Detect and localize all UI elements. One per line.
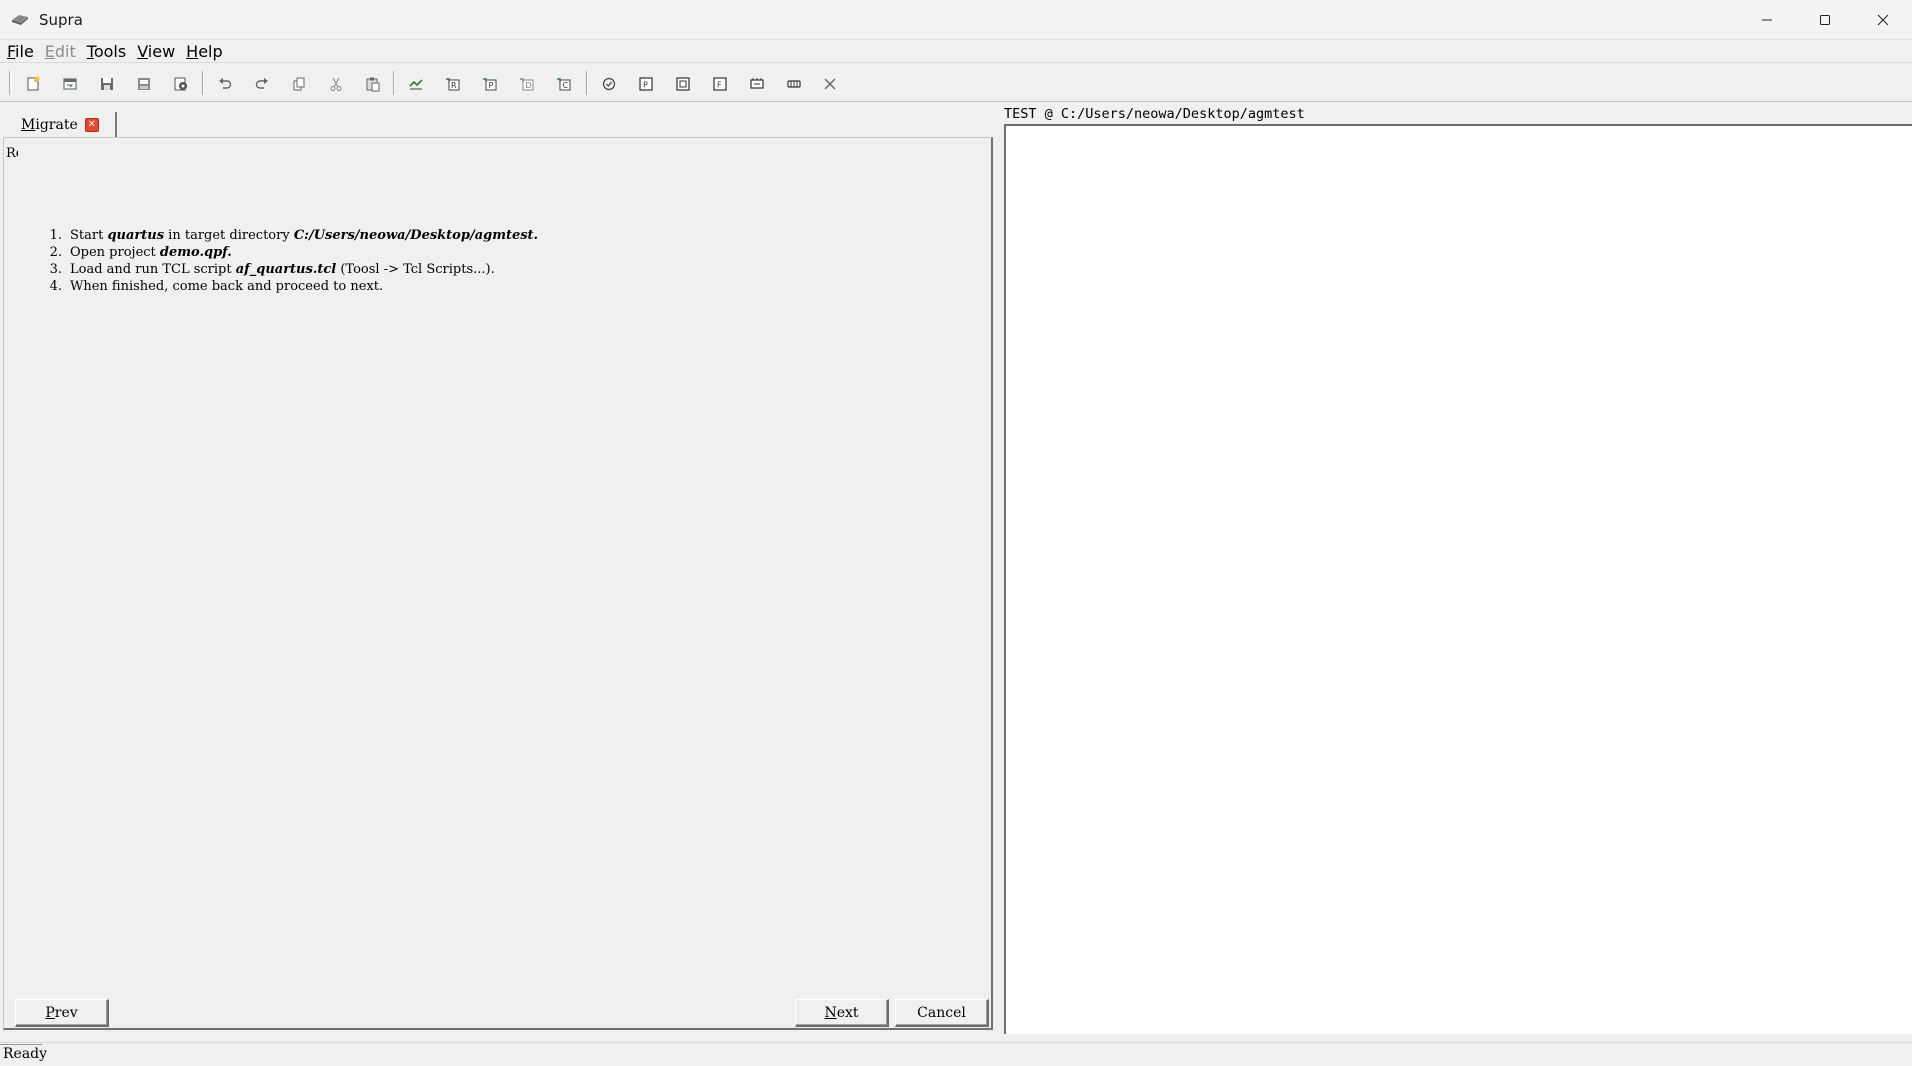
- close-button[interactable]: [1854, 0, 1912, 40]
- svg-text:C: C: [563, 81, 569, 90]
- minimize-icon: [1762, 19, 1772, 21]
- tab-migrate[interactable]: Migrate ✕: [14, 112, 117, 138]
- svg-text:D: D: [526, 81, 532, 90]
- status-bar: Ready: [0, 1042, 1912, 1066]
- view-p-button[interactable]: P: [636, 74, 656, 94]
- build-r-icon: R: [446, 78, 460, 91]
- app-logo-icon: [12, 14, 28, 25]
- instruction-list: 1. Start quartus in target directory C:/…: [42, 227, 539, 295]
- title-bar: Supra: [0, 0, 1912, 40]
- save-as-button[interactable]: [134, 74, 154, 94]
- build-r-button[interactable]: R: [443, 74, 463, 94]
- migrate-panel: Migrate ✕ Re 1. Start quartus in target …: [0, 103, 998, 1035]
- new-file-icon: [27, 76, 40, 91]
- copy-button[interactable]: [289, 74, 309, 94]
- paste-button[interactable]: [363, 74, 383, 94]
- maximize-button[interactable]: [1796, 0, 1854, 40]
- list-item: 1. Start quartus in target directory C:/…: [49, 228, 539, 243]
- copy-icon: [293, 77, 305, 91]
- build-d-icon: D: [520, 78, 534, 91]
- list-item: 3. Load and run TCL script af_quartus.tc…: [49, 262, 495, 277]
- menu-view[interactable]: View: [137, 42, 175, 61]
- svg-text:P: P: [489, 81, 494, 90]
- save-icon: [101, 78, 113, 90]
- undo-icon: [219, 78, 232, 89]
- output-area[interactable]: [1004, 124, 1912, 1034]
- tab-migrate-label: Migrate: [21, 117, 78, 133]
- redo-icon: [255, 78, 268, 89]
- build-p-button[interactable]: P: [480, 74, 500, 94]
- prev-button[interactable]: Prev: [15, 999, 109, 1027]
- new-file-button[interactable]: [23, 74, 43, 94]
- save-button[interactable]: [97, 74, 117, 94]
- status-text: Ready: [3, 1046, 48, 1062]
- view-p-icon: P: [639, 77, 653, 91]
- toolbar: R P D C P F: [0, 62, 1912, 102]
- view-bus-button[interactable]: [784, 74, 804, 94]
- tab-close-icon[interactable]: ✕: [84, 118, 99, 132]
- view-f-button[interactable]: F: [710, 74, 730, 94]
- undo-button[interactable]: [215, 74, 235, 94]
- build-d-button[interactable]: D: [517, 74, 537, 94]
- menu-bar: File Edit Tools View Help: [0, 40, 1912, 62]
- open-button[interactable]: [60, 74, 80, 94]
- settings-button[interactable]: [171, 74, 191, 94]
- menu-help[interactable]: Help: [186, 42, 222, 61]
- build-p-icon: P: [483, 78, 497, 91]
- svg-text:P: P: [643, 81, 648, 90]
- view-chip-button[interactable]: [747, 74, 767, 94]
- cancel-button[interactable]: Cancel: [895, 999, 989, 1027]
- check-button[interactable]: [599, 74, 619, 94]
- menu-file[interactable]: File: [7, 42, 34, 61]
- close-all-button[interactable]: [820, 74, 840, 94]
- wizard-content: Re 1. Start quartus in target directory …: [3, 137, 993, 1030]
- svg-text:F: F: [717, 81, 722, 90]
- maximize-icon: [1820, 15, 1830, 25]
- minimize-button[interactable]: [1738, 0, 1796, 40]
- view-bus-icon: [787, 80, 801, 88]
- output-panel: TEST @ C:/Users/neowa/Desktop/agmtest: [1004, 103, 1912, 1035]
- settings-icon: [174, 77, 187, 91]
- open-icon: [63, 78, 77, 90]
- view-grid-button[interactable]: [673, 74, 693, 94]
- list-item: 2. Open project demo.qpf.: [49, 245, 232, 260]
- window-title: Supra: [39, 10, 83, 29]
- menu-edit: Edit: [44, 41, 76, 61]
- toolbar-grip[interactable]: [9, 71, 12, 95]
- check-icon: [602, 77, 616, 91]
- cut-icon: [330, 77, 342, 91]
- build-c-icon: C: [557, 78, 571, 91]
- list-item: 4. When finished, come back and proceed …: [49, 279, 384, 294]
- paste-icon: [366, 77, 380, 92]
- truncated-label: Re: [6, 146, 18, 161]
- cut-button[interactable]: [326, 74, 346, 94]
- close-all-icon: [824, 78, 836, 90]
- view-chip-icon: [750, 78, 764, 89]
- build-c-button[interactable]: C: [554, 74, 574, 94]
- next-button[interactable]: Next: [795, 999, 889, 1027]
- view-grid-icon: [676, 77, 690, 91]
- run-button[interactable]: [406, 74, 426, 94]
- view-f-icon: F: [713, 77, 727, 91]
- menu-tools[interactable]: Tools: [87, 42, 126, 61]
- save-as-icon: [138, 78, 150, 90]
- output-header: TEST @ C:/Users/neowa/Desktop/agmtest: [1004, 106, 1305, 122]
- redo-button[interactable]: [252, 74, 272, 94]
- svg-text:R: R: [451, 81, 457, 90]
- run-icon: [409, 79, 423, 90]
- close-icon: [1877, 14, 1889, 26]
